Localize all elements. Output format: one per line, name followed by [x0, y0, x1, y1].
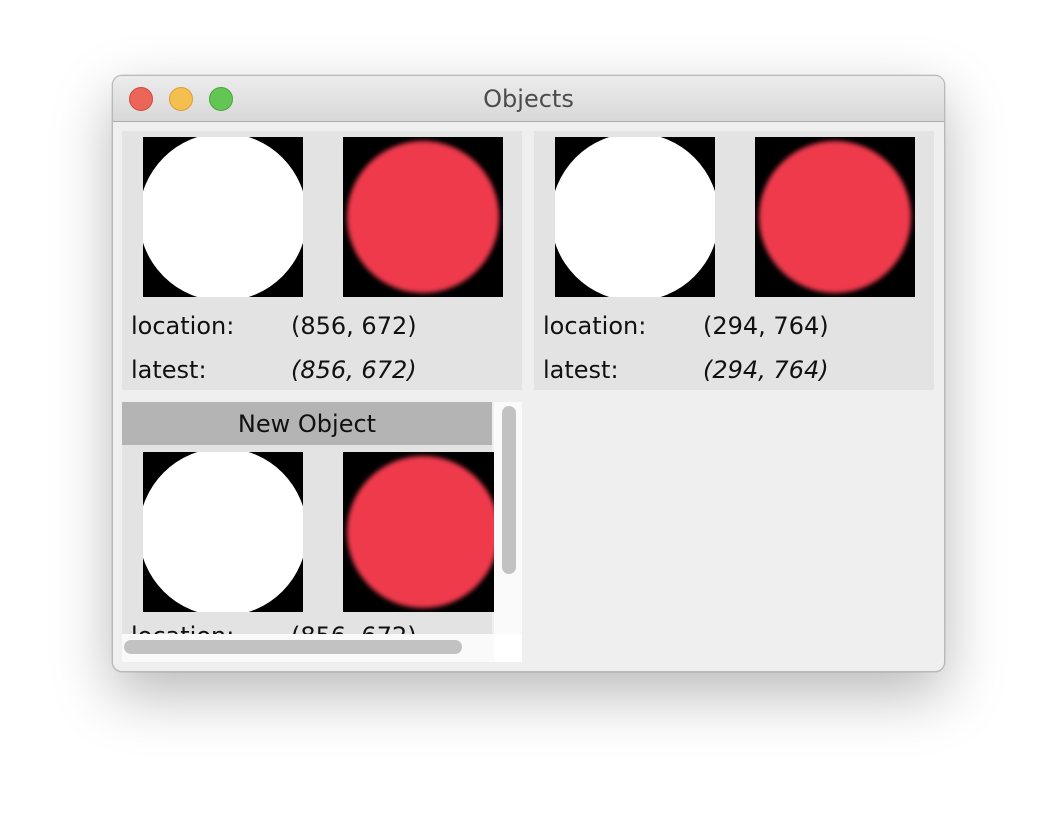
- scroll-corner: [494, 634, 522, 662]
- latest-label: latest:: [543, 356, 619, 384]
- object-thumbnail: [755, 137, 915, 297]
- location-value: (856, 672): [291, 312, 417, 340]
- new-object-header: New Object: [122, 402, 492, 445]
- location-value: (294, 764): [703, 312, 829, 340]
- mask-thumbnail: [555, 137, 715, 297]
- latest-value: (294, 764): [703, 356, 829, 384]
- vertical-scrollbar-thumb[interactable]: [502, 406, 516, 574]
- latest-value: (856, 672): [291, 356, 417, 384]
- objects-window: Objects location: (856, 672) latest: (85…: [112, 75, 945, 672]
- location-label: location:: [543, 312, 647, 340]
- new-object-card[interactable]: New Object location: (856, 672): [122, 402, 503, 662]
- object-card-1[interactable]: location: (856, 672) latest: (856, 672): [122, 131, 522, 390]
- location-label: location:: [131, 312, 235, 340]
- object-thumbnail: [343, 137, 503, 297]
- latest-label: latest:: [131, 356, 207, 384]
- window-title: Objects: [483, 85, 574, 113]
- horizontal-scrollbar-thumb[interactable]: [124, 640, 462, 654]
- new-object-scroll-pane[interactable]: New Object location: (856, 672): [122, 402, 522, 662]
- mask-thumbnail: [143, 137, 303, 297]
- mask-thumbnail: [143, 452, 303, 612]
- object-card-2[interactable]: location: (294, 764) latest: (294, 764): [534, 131, 934, 390]
- title-bar[interactable]: Objects: [113, 76, 944, 122]
- object-thumbnail: [343, 452, 503, 612]
